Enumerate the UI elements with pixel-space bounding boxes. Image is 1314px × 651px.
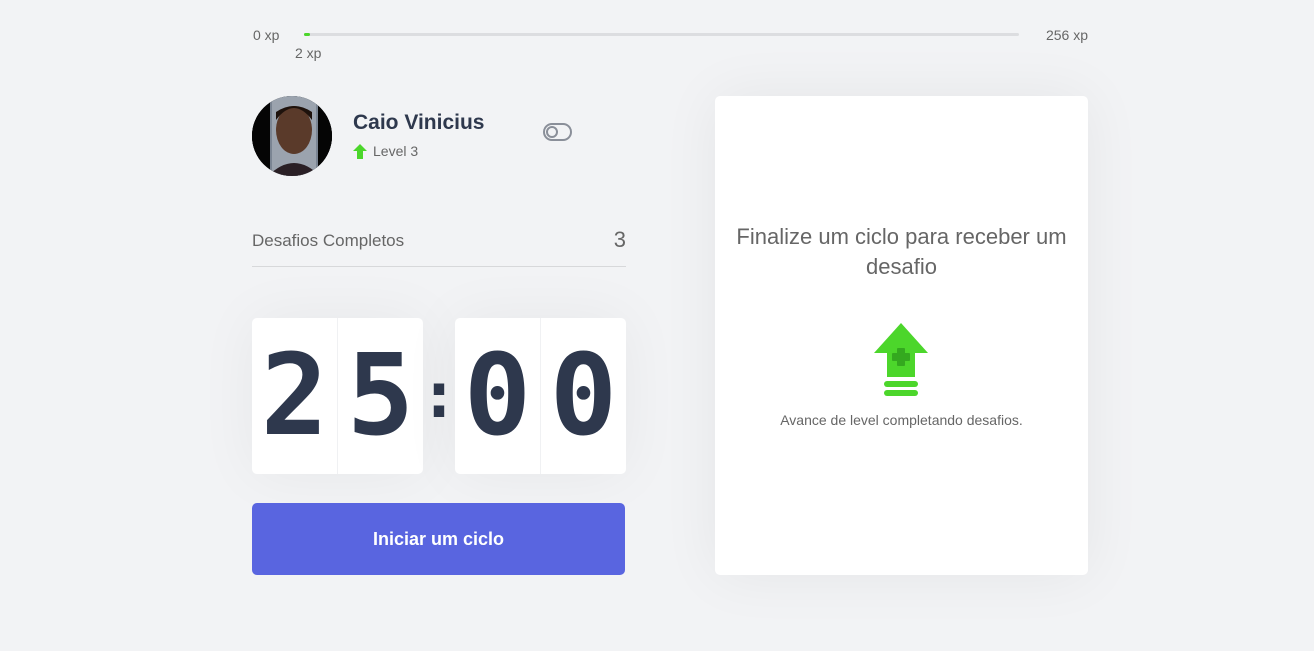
challenge-box: Finalize um ciclo para receber um desafi…	[715, 96, 1088, 575]
profile: Caio Vinicius Level 3	[252, 96, 626, 176]
completed-challenges: Desafios Completos 3	[252, 226, 626, 267]
level-up-arrow-icon	[353, 143, 367, 159]
level-up-icon	[874, 323, 928, 396]
countdown-separator: :	[419, 359, 459, 433]
challenge-title: Finalize um ciclo para receber um desafi…	[736, 224, 1067, 279]
countdown-seconds: 0 0	[455, 318, 626, 474]
countdown-minutes: 2 5	[252, 318, 423, 474]
xp-min-label: 0 xp	[253, 27, 280, 43]
xp-max-label: 256 xp	[1045, 27, 1088, 43]
completed-challenges-count: 3	[613, 227, 626, 252]
avatar	[252, 96, 332, 176]
minute-digit-right: 5	[337, 318, 423, 474]
minute-digit-left: 2	[260, 331, 329, 461]
user-name: Caio Vinicius	[353, 111, 485, 134]
toggle-icon	[546, 126, 558, 138]
experience-bar: 0 xp 2 xp 256 xp	[253, 26, 1088, 62]
start-cycle-button[interactable]: Iniciar um ciclo	[252, 503, 625, 575]
xp-progress-fill	[304, 33, 310, 36]
level-label: Level 3	[373, 143, 419, 159]
challenge-hint: Avance de level completando desafios.	[780, 412, 1023, 428]
second-digit-right: 0	[540, 318, 626, 474]
second-digit-left: 0	[463, 331, 532, 461]
xp-track	[304, 33, 1019, 36]
xp-current-label: 2 xp	[295, 45, 322, 61]
level-indicator: Level 3	[353, 143, 418, 159]
countdown: 2 5 : 0 0	[252, 318, 626, 474]
theme-toggle[interactable]	[543, 123, 572, 141]
completed-challenges-label: Desafios Completos	[252, 231, 405, 250]
